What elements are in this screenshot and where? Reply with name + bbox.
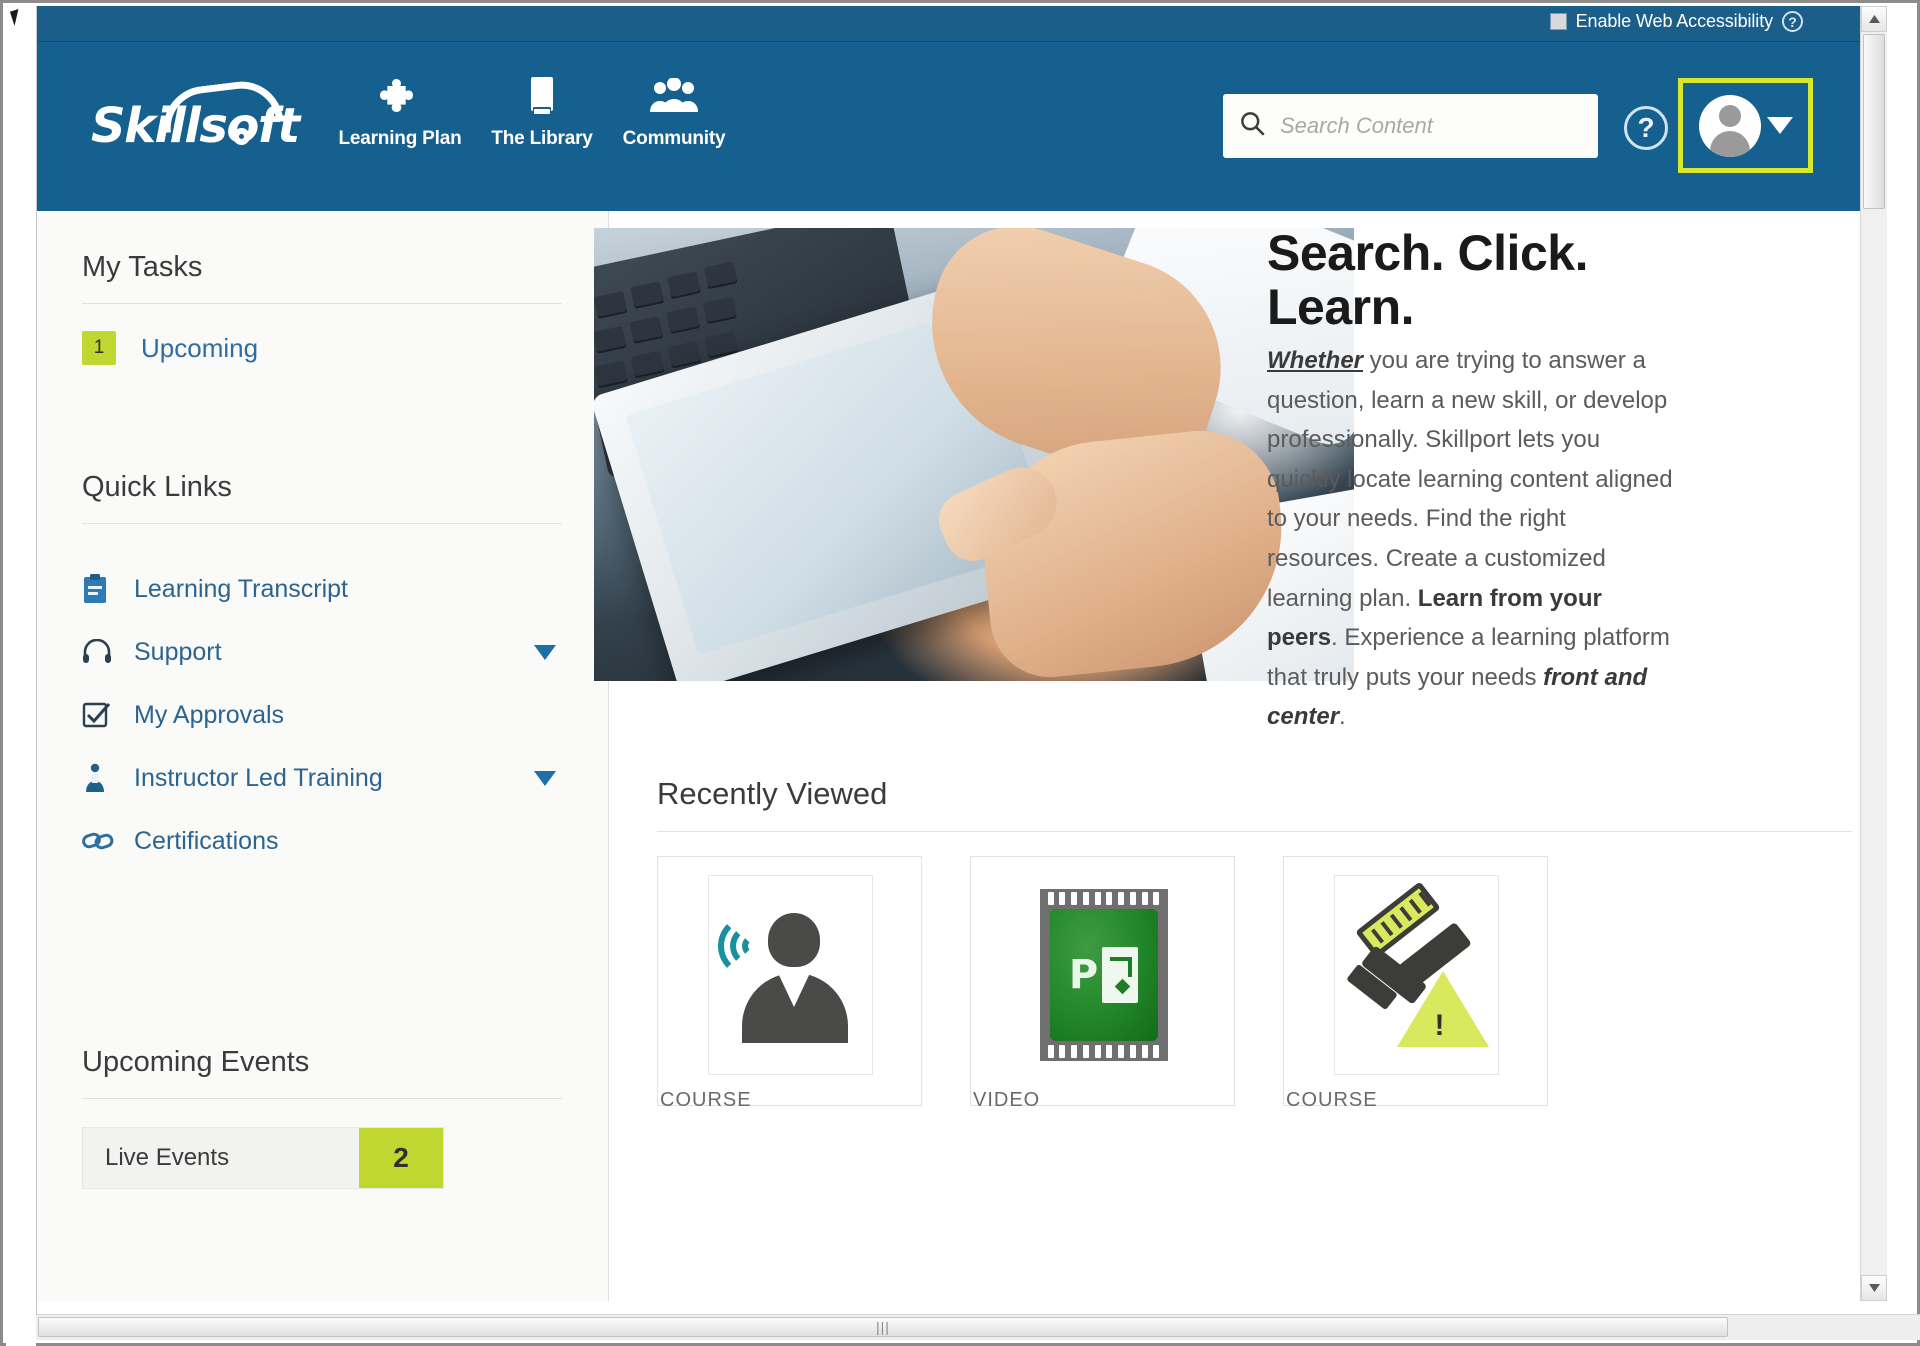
recently-viewed-divider bbox=[657, 831, 1852, 832]
nav-label-community: Community bbox=[589, 128, 759, 150]
recently-viewed-card[interactable]: COURSE bbox=[657, 856, 922, 1106]
card-type-label: COURSE bbox=[1284, 1089, 1549, 1112]
tools-warning-icon: ! bbox=[1337, 893, 1497, 1058]
instructor-icon bbox=[82, 763, 134, 793]
horizontal-scrollbar[interactable]: ||| bbox=[36, 1314, 1920, 1340]
recently-viewed-card[interactable]: ! COURSE bbox=[1283, 856, 1548, 1106]
clipboard-icon bbox=[82, 574, 134, 604]
upcoming-events-heading: Upcoming Events bbox=[82, 1046, 309, 1079]
recently-viewed-grid: COURSE P bbox=[657, 856, 1548, 1106]
upcoming-events-divider bbox=[82, 1098, 562, 1099]
intro-part-0: Whether bbox=[1267, 347, 1363, 374]
scrollbar-grip-icon: ||| bbox=[876, 1319, 890, 1335]
logo-text: Skillsoft bbox=[91, 98, 299, 154]
audio-person-icon bbox=[716, 895, 866, 1055]
quick-link-label: Learning Transcript bbox=[134, 575, 562, 604]
site-header: Enable Web Accessibility ? Skillsoft Lea… bbox=[37, 6, 1887, 211]
card-thumbnail: ! bbox=[1334, 875, 1499, 1075]
my-tasks-divider bbox=[82, 303, 562, 304]
card-type-label: COURSE bbox=[658, 1089, 923, 1112]
user-avatar-icon bbox=[1699, 95, 1761, 157]
accessibility-toggle-group[interactable]: Enable Web Accessibility ? bbox=[1550, 11, 1803, 32]
recently-viewed-heading: Recently Viewed bbox=[657, 776, 887, 812]
card-thumbnail: P bbox=[1021, 875, 1186, 1075]
caret-down-icon bbox=[1767, 117, 1793, 134]
live-events-label: Live Events bbox=[83, 1144, 359, 1172]
hero-image bbox=[594, 228, 1354, 681]
sidebar-item-certifications[interactable]: Certifications bbox=[82, 818, 562, 864]
skillsoft-logo[interactable]: Skillsoft bbox=[91, 84, 301, 156]
link-chain-icon bbox=[82, 829, 134, 853]
quick-link-label: My Approvals bbox=[134, 701, 562, 730]
search-input[interactable] bbox=[1280, 113, 1582, 139]
sidebar-item-my-approvals[interactable]: My Approvals bbox=[82, 692, 562, 738]
upcoming-count-badge: 1 bbox=[82, 331, 116, 365]
vertical-scrollbar[interactable] bbox=[1860, 6, 1887, 1301]
live-events-count-badge: 2 bbox=[359, 1128, 443, 1188]
scroll-up-button[interactable] bbox=[1861, 6, 1887, 32]
main-content: Search. Click. Learn. Whether you are tr… bbox=[609, 211, 1887, 1301]
page-headline: Search. Click. Learn. bbox=[1267, 226, 1667, 334]
accessibility-strip: Enable Web Accessibility ? bbox=[37, 6, 1887, 42]
sidebar-item-learning-transcript[interactable]: Learning Transcript bbox=[82, 566, 562, 612]
sidebar-item-upcoming[interactable]: 1 Upcoming bbox=[82, 331, 258, 365]
window-left-gutter bbox=[6, 6, 36, 1346]
my-tasks-heading: My Tasks bbox=[82, 251, 202, 284]
sidebar-item-live-events[interactable]: Live Events 2 bbox=[82, 1127, 444, 1189]
scroll-down-button[interactable] bbox=[1861, 1275, 1887, 1301]
accessibility-help-icon[interactable]: ? bbox=[1782, 11, 1803, 32]
sidebar-item-instructor-led-training[interactable]: Instructor Led Training bbox=[82, 755, 562, 801]
enable-web-accessibility-label: Enable Web Accessibility bbox=[1576, 11, 1773, 32]
help-button[interactable]: ? bbox=[1624, 106, 1668, 150]
mouse-cursor-icon bbox=[10, 9, 23, 26]
left-sidebar: My Tasks 1 Upcoming Quick Links bbox=[37, 211, 609, 1301]
film-strip-project-icon: P bbox=[1040, 889, 1168, 1061]
nav-item-community[interactable]: Community bbox=[589, 74, 759, 150]
checkbox-check-icon bbox=[82, 701, 134, 729]
profile-menu-button[interactable] bbox=[1678, 78, 1813, 173]
intro-paragraph: Whether you are trying to answer a quest… bbox=[1267, 341, 1679, 737]
chevron-down-icon[interactable] bbox=[534, 645, 556, 660]
card-type-label: VIDEO bbox=[971, 1089, 1236, 1112]
intro-part-1: you are trying to answer a question, lea… bbox=[1267, 347, 1673, 612]
headset-icon bbox=[82, 639, 134, 665]
chevron-down-icon[interactable] bbox=[534, 771, 556, 786]
search-box[interactable] bbox=[1223, 94, 1598, 158]
recently-viewed-card[interactable]: P VIDEO bbox=[970, 856, 1235, 1106]
quick-links-heading: Quick Links bbox=[82, 471, 232, 504]
browser-window-frame: Enable Web Accessibility ? Skillsoft Lea… bbox=[0, 0, 1920, 1346]
intro-part-5: . bbox=[1339, 703, 1346, 730]
people-group-icon bbox=[589, 74, 759, 122]
page-viewport: Enable Web Accessibility ? Skillsoft Lea… bbox=[36, 6, 1887, 1326]
quick-links-divider bbox=[82, 523, 562, 524]
upcoming-label: Upcoming bbox=[141, 333, 258, 364]
sidebar-item-support[interactable]: Support bbox=[82, 629, 562, 675]
logo-dot-icon bbox=[233, 128, 250, 145]
quick-link-label: Certifications bbox=[134, 827, 562, 856]
search-icon bbox=[1239, 110, 1266, 142]
horizontal-scrollbar-thumb[interactable]: ||| bbox=[38, 1317, 1728, 1337]
quick-link-label: Instructor Led Training bbox=[134, 764, 534, 793]
page-body: My Tasks 1 Upcoming Quick Links bbox=[37, 211, 1887, 1301]
card-thumbnail bbox=[708, 875, 873, 1075]
quick-link-label: Support bbox=[134, 638, 534, 667]
enable-web-accessibility-checkbox[interactable] bbox=[1550, 13, 1567, 30]
vertical-scrollbar-thumb[interactable] bbox=[1863, 34, 1885, 209]
